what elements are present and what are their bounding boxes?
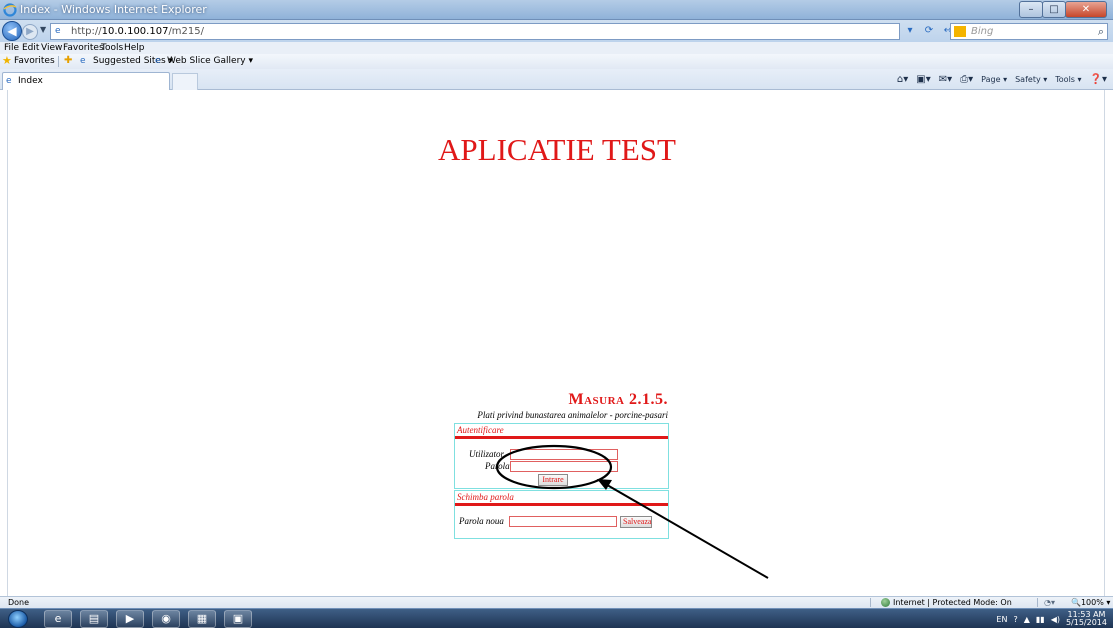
language-indicator[interactable]: EN (996, 615, 1007, 624)
scrollbar-gutter (1105, 90, 1113, 596)
zoom-level[interactable]: 🔍100% ▾ (1071, 598, 1110, 608)
change-password-box: Schimba parola Parola noua Salveaza (454, 490, 669, 539)
menu-favorites[interactable]: Favorites (63, 42, 104, 54)
tab-row: e Index ⌂▾ ▣▾ ✉▾ ⎙▾ Page ▾ Safety ▾ Tool… (0, 69, 1113, 90)
close-button[interactable]: ✕ (1065, 1, 1107, 18)
network-icon[interactable]: ▮▮ (1036, 615, 1045, 624)
auth-heading: Autentificare (457, 425, 504, 435)
help-tray-icon[interactable]: ? (1013, 615, 1017, 624)
internet-explorer-icon (3, 3, 17, 17)
suggested-sites-icon: e (80, 56, 86, 66)
home-icon[interactable]: ⌂▾ (897, 74, 908, 86)
minimize-button[interactable]: – (1019, 1, 1043, 18)
protected-mode-icon[interactable]: ◔▾ (1044, 598, 1055, 608)
feeds-icon[interactable]: ▣▾ (916, 74, 930, 86)
status-separator (870, 598, 871, 607)
taskbar-notepad-icon[interactable]: ▣ (224, 610, 252, 628)
read-mail-icon[interactable]: ✉▾ (939, 74, 952, 86)
taskbar-media-player-icon[interactable]: ▶ (116, 610, 144, 628)
taskbar-ie-icon[interactable]: e (44, 610, 72, 628)
user-input[interactable] (510, 449, 618, 460)
help-icon[interactable]: ❓▾ (1090, 74, 1107, 86)
address-row: ◀ ▶ ▼ e http://10.0.100.107/m215/ ▾ ⟳ ↔ … (0, 20, 1113, 42)
command-bar: ⌂▾ ▣▾ ✉▾ ⎙▾ Page ▾ Safety ▾ Tools ▾ ❓▾ (897, 73, 1107, 87)
menu-file[interactable]: File (4, 42, 19, 54)
add-favorite-icon[interactable]: ✚ (64, 55, 72, 67)
tab-index[interactable]: e Index (2, 72, 170, 90)
status-text: Done (8, 598, 30, 607)
web-slice-gallery-link[interactable]: Web Slice Gallery ▾ (167, 56, 253, 67)
new-password-label: Parola noua (459, 516, 504, 526)
save-button[interactable]: Salveaza (620, 516, 652, 528)
favorites-bar: ★ Favorites ✚ e Suggested Sites ▾ e Web … (0, 54, 1113, 69)
address-field[interactable]: e http://10.0.100.107/m215/ (50, 23, 900, 40)
web-slice-icon: e (155, 56, 161, 66)
window-title: Index - Windows Internet Explorer (20, 3, 207, 16)
measure-subtitle: Plati privind bunastarea animalelor - po… (477, 410, 668, 420)
tools-menu[interactable]: Tools ▾ (1055, 74, 1081, 86)
menu-tools[interactable]: Tools (101, 42, 123, 54)
search-box[interactable]: Bing ⌕ (950, 23, 1108, 40)
page-content: APLICATIE TEST Masura 2.1.5. Plati privi… (7, 90, 1105, 596)
clock-date: 5/15/2014 (1065, 618, 1107, 627)
search-icon[interactable]: ⌕ (1098, 25, 1104, 39)
favorites-separator (58, 56, 59, 67)
tab-label: Index (18, 76, 43, 86)
title-bar: Index - Windows Internet Explorer – □ ✕ (0, 0, 1113, 20)
masura-title: Masura 2.1.5. (568, 391, 668, 408)
taskbar: e ▤ ▶ ◉ ▦ ▣ EN ? ▲ ▮▮ ◀) 11:53 AM 5/15/20… (0, 608, 1113, 628)
taskbar-explorer-icon[interactable]: ▤ (80, 610, 108, 628)
auth-divider (455, 436, 668, 439)
authentication-box: Autentificare Utilizator Parola Intrare (454, 423, 669, 489)
tab-page-icon: e (6, 76, 12, 86)
refresh-icon[interactable]: ⟳ (921, 23, 937, 39)
new-tab-button[interactable] (172, 73, 198, 90)
new-password-input[interactable] (509, 516, 617, 527)
start-button[interactable] (8, 610, 28, 628)
page-icon: e (55, 26, 61, 36)
back-button[interactable]: ◀ (2, 21, 22, 41)
user-label: Utilizator (469, 449, 505, 459)
forward-button[interactable]: ▶ (22, 24, 38, 40)
page-menu[interactable]: Page ▾ (981, 74, 1007, 86)
print-icon[interactable]: ⎙▾ (960, 74, 973, 86)
recent-pages-dropdown[interactable]: ▼ (40, 25, 46, 34)
status-separator-2 (1037, 598, 1038, 607)
menu-edit[interactable]: Edit (22, 42, 39, 54)
menu-bar: File Edit View Favorites Tools Help (0, 42, 1113, 54)
taskbar-chrome-icon[interactable]: ◉ (152, 610, 180, 628)
maximize-button[interactable]: □ (1042, 1, 1066, 18)
password-input[interactable] (510, 461, 618, 472)
address-url[interactable]: http://10.0.100.107/m215/ (71, 26, 204, 37)
window-controls: – □ ✕ (1019, 1, 1107, 19)
clock[interactable]: 11:53 AM 5/15/2014 (1066, 611, 1107, 627)
internet-zone-icon (881, 598, 890, 607)
safety-menu[interactable]: Safety ▾ (1015, 74, 1047, 86)
login-button[interactable]: Intrare (538, 474, 568, 486)
search-placeholder: Bing (971, 26, 994, 37)
menu-view[interactable]: View (41, 42, 62, 54)
security-zone-text[interactable]: Internet | Protected Mode: On (893, 598, 1012, 608)
status-bar: Done Internet | Protected Mode: On ◔▾ 🔍1… (0, 596, 1113, 608)
change-password-heading: Schimba parola (457, 492, 514, 502)
bing-logo-icon (954, 26, 966, 37)
taskbar-folder-icon[interactable]: ▦ (188, 610, 216, 628)
system-tray: EN ? ▲ ▮▮ ◀) 11:53 AM 5/15/2014 (996, 609, 1107, 628)
favorites-button[interactable]: Favorites (14, 56, 55, 67)
volume-icon[interactable]: ◀) (1051, 615, 1060, 624)
menu-help[interactable]: Help (124, 42, 145, 54)
compat-view-icon[interactable]: ▾ (902, 23, 918, 39)
favorites-star-icon[interactable]: ★ (2, 55, 12, 67)
show-hidden-icons[interactable]: ▲ (1024, 615, 1030, 624)
password-label: Parola (485, 461, 510, 471)
app-title: APLICATIE TEST (438, 132, 676, 167)
change-password-divider (455, 503, 668, 506)
